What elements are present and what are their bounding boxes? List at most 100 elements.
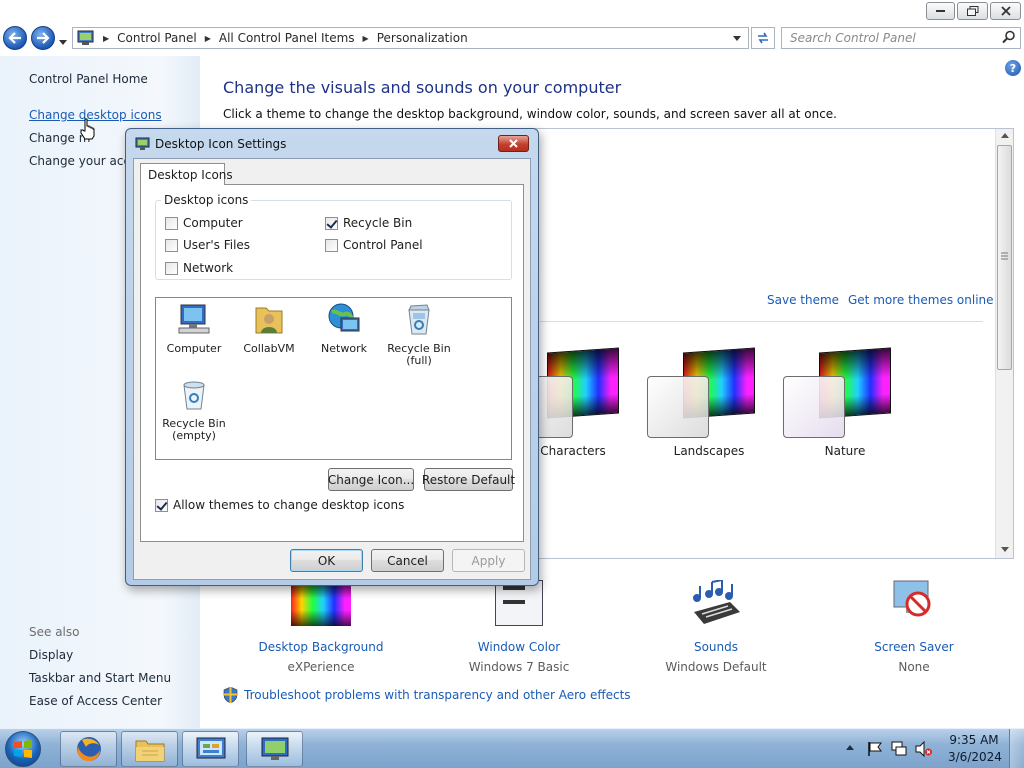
see-also-display-link[interactable]: Display [29, 648, 73, 662]
save-theme-link[interactable]: Save theme [767, 293, 839, 307]
scrollbar-thumb[interactable] [997, 145, 1012, 370]
desktop-icons-group: Desktop icons Computer Recycle Bin User'… [155, 193, 512, 280]
taskbar-explorer-button[interactable] [121, 731, 178, 767]
explorer-icon [135, 740, 164, 762]
restore-button[interactable] [957, 2, 988, 20]
theme-landscapes[interactable]: Landscapes [647, 347, 767, 463]
icon-item-network[interactable]: Network [306, 302, 382, 355]
dialog-title: Desktop Icon Settings [155, 137, 287, 151]
screen-saver-link[interactable]: Screen Saver [829, 640, 999, 654]
theme-list-scrollbar[interactable] [995, 129, 1013, 558]
breadcrumb-personalization[interactable]: Personalization [377, 31, 468, 45]
theme-nature[interactable]: Nature [783, 347, 903, 463]
recycle-bin-empty-icon [177, 377, 211, 411]
theme-divider [540, 321, 983, 322]
allow-themes-checkbox[interactable] [155, 498, 168, 512]
network-tray-icon[interactable] [891, 741, 907, 757]
change-icon-button[interactable]: Change Icon... [328, 468, 414, 491]
desktop-background-link[interactable]: Desktop Background [236, 640, 406, 654]
see-also-ease-of-access-link[interactable]: Ease of Access Center [29, 694, 162, 708]
icon-sublabel: (empty) [172, 429, 216, 442]
taskbar-personalization-button[interactable] [246, 731, 303, 767]
clock-time[interactable]: 9:35 AM [948, 733, 1000, 747]
recent-pages-button[interactable] [59, 35, 68, 49]
network-checkbox-row[interactable]: Network [165, 261, 233, 275]
breadcrumb-control-panel[interactable]: Control Panel [117, 31, 197, 45]
breadcrumb-separator[interactable]: ▶ [363, 34, 369, 43]
sounds-link[interactable]: Sounds [631, 640, 801, 654]
window-color-link[interactable]: Window Color [434, 640, 604, 654]
icon-item-computer[interactable]: Computer [156, 302, 232, 355]
help-button[interactable]: ? [1005, 60, 1021, 76]
icon-list[interactable]: Computer CollabVM Network Recycle Bin (f… [155, 297, 512, 460]
checkbox-label: Network [183, 261, 234, 275]
icon-label: Network [321, 342, 367, 355]
taskbar-firefox-button[interactable] [60, 731, 117, 767]
arrow-left-icon [8, 32, 21, 44]
icon-item-collabvm[interactable]: CollabVM [231, 302, 307, 355]
change-account-picture-link[interactable]: Change your acco [29, 154, 137, 168]
show-hidden-icons-icon[interactable] [846, 745, 855, 751]
refresh-icon [758, 32, 768, 44]
user-folder-icon [252, 302, 286, 336]
troubleshoot-link[interactable]: Troubleshoot problems with transparency … [244, 688, 631, 702]
search-input[interactable]: Search Control Panel [781, 27, 1021, 49]
cancel-button[interactable]: Cancel [371, 549, 444, 572]
forward-button[interactable] [31, 26, 55, 50]
scroll-down-icon[interactable] [1001, 547, 1009, 553]
dialog-title-icon [135, 137, 150, 150]
start-button[interactable] [5, 731, 41, 767]
breadcrumb-separator: ▶ [103, 33, 110, 43]
control-panel-home-link[interactable]: Control Panel Home [29, 72, 148, 86]
back-button[interactable] [3, 26, 27, 50]
search-icon[interactable] [1002, 30, 1016, 44]
sounds-item[interactable]: Sounds Windows Default [631, 579, 801, 674]
window-color-item[interactable]: Window Color Windows 7 Basic [434, 580, 604, 674]
network-checkbox[interactable] [165, 261, 178, 275]
minimize-icon [935, 10, 945, 12]
close-icon [509, 139, 518, 148]
show-desktop-button[interactable] [1009, 729, 1024, 768]
apply-button[interactable]: Apply [452, 549, 525, 572]
icon-item-recycle-bin-full[interactable]: Recycle Bin (full) [381, 302, 457, 367]
tab-desktop-icons[interactable]: Desktop Icons [140, 163, 233, 185]
scroll-up-icon[interactable] [1001, 133, 1009, 139]
breadcrumb-separator[interactable]: ▶ [205, 34, 211, 43]
page-description: Click a theme to change the desktop back… [223, 107, 837, 121]
recycle-bin-checkbox-row[interactable]: Recycle Bin [325, 216, 412, 230]
address-bar[interactable]: ▶ Control Panel ▶ All Control Panel Item… [72, 27, 749, 49]
refresh-button[interactable] [751, 27, 775, 49]
allow-themes-checkbox-row[interactable]: Allow themes to change desktop icons [155, 498, 404, 512]
search-placeholder: Search Control Panel [790, 31, 916, 45]
screen-saver-item[interactable]: Screen Saver None [829, 580, 999, 674]
clock-date[interactable]: 3/6/2024 [948, 750, 1002, 764]
ok-button[interactable]: OK [290, 549, 363, 572]
computer-checkbox-row[interactable]: Computer [165, 216, 243, 230]
personalization-icon [261, 737, 288, 760]
page-title: Change the visuals and sounds on your co… [223, 78, 622, 97]
checkbox-label: Computer [183, 216, 243, 230]
desktop-background-value: eXPerience [287, 660, 355, 674]
minimize-button[interactable] [926, 2, 955, 20]
sounds-value: Windows Default [665, 660, 767, 674]
desktop-background-item[interactable]: Desktop Background eXPerience [236, 580, 406, 674]
chevron-down-icon[interactable] [733, 36, 742, 42]
volume-muted-icon[interactable] [915, 741, 933, 757]
hand-cursor-icon [80, 118, 95, 140]
control-panel-checkbox-row[interactable]: Control Panel [325, 238, 423, 252]
breadcrumb-all-items[interactable]: All Control Panel Items [219, 31, 355, 45]
see-also-taskbar-link[interactable]: Taskbar and Start Menu [29, 671, 171, 685]
get-more-themes-link[interactable]: Get more themes online [848, 293, 994, 307]
restore-default-button[interactable]: Restore Default [422, 468, 515, 491]
action-center-flag-icon[interactable] [867, 741, 883, 757]
window-color-value: Windows 7 Basic [468, 660, 570, 674]
close-window-button[interactable] [990, 2, 1021, 20]
users-files-checkbox-row[interactable]: User's Files [165, 238, 250, 252]
users-files-checkbox[interactable] [165, 238, 178, 252]
recycle-bin-checkbox[interactable] [325, 216, 338, 230]
computer-checkbox[interactable] [165, 216, 178, 230]
dialog-close-button[interactable] [498, 135, 529, 152]
icon-item-recycle-bin-empty[interactable]: Recycle Bin (empty) [156, 377, 232, 442]
taskbar-control-panel-button[interactable] [182, 731, 239, 767]
control-panel-checkbox[interactable] [325, 238, 338, 252]
